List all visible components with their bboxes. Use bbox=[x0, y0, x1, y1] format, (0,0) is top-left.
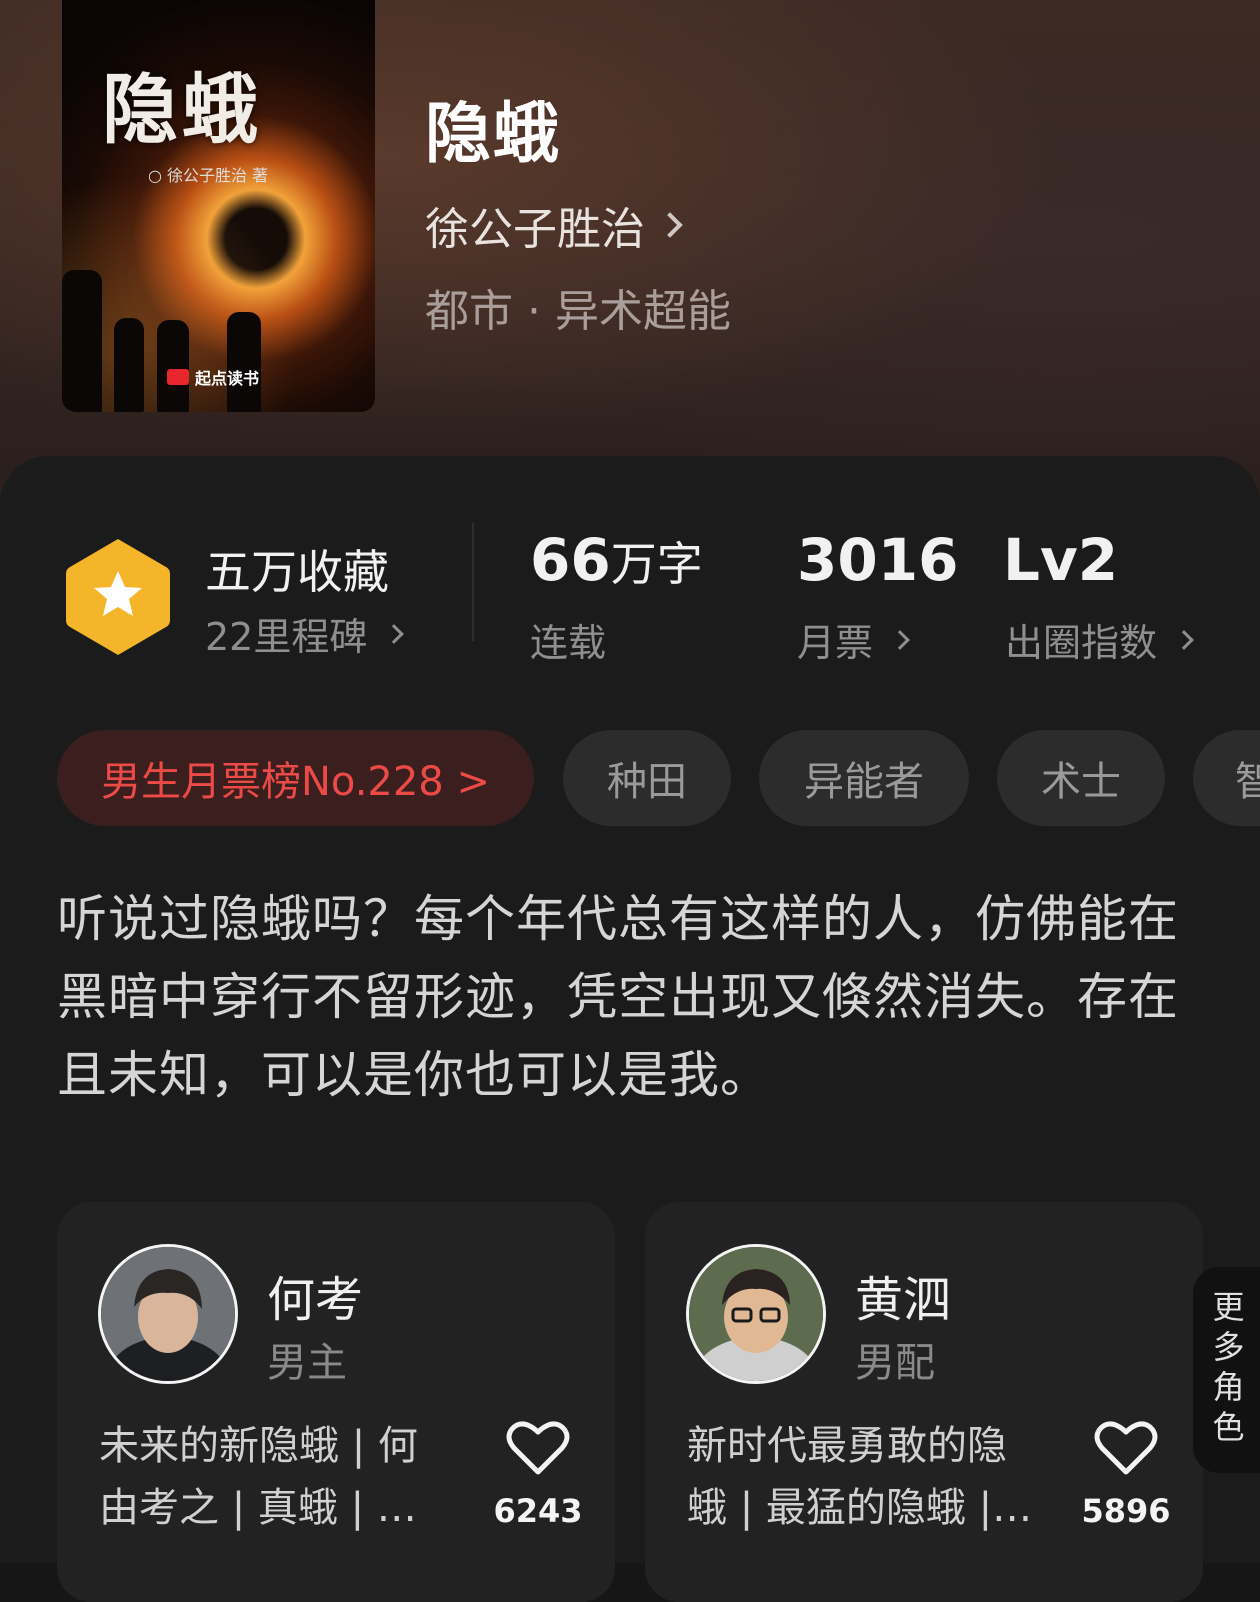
more-roles-button[interactable]: 更多角色 bbox=[1193, 1267, 1260, 1473]
book-genre: 都市 · 异术超能 bbox=[425, 286, 731, 337]
cover-title: 隐蛾 bbox=[102, 65, 262, 154]
book-description[interactable]: 听说过隐蛾吗？每个年代总有这样的人，仿佛能在黑暗中穿行不留形迹，凭空出现又倏然消… bbox=[57, 880, 1207, 1114]
chevron-right-icon bbox=[657, 212, 683, 238]
character-role: 男配 bbox=[855, 1340, 935, 1386]
influence-level: Lv2 bbox=[1003, 526, 1118, 594]
milestone-link[interactable]: 22里程碑 bbox=[205, 606, 405, 661]
cover-publisher: 起点读书 bbox=[167, 365, 259, 389]
tag-pill-label: 智 bbox=[1235, 759, 1260, 805]
character-name: 黄泗 bbox=[855, 1272, 952, 1328]
more-roles-label: 更多角色 bbox=[1207, 1290, 1246, 1450]
avatar bbox=[98, 1244, 238, 1384]
collection-badge-icon bbox=[66, 539, 170, 655]
word-count-unit: 万字 bbox=[610, 537, 703, 591]
monthly-votes-label: 月票 bbox=[797, 621, 874, 665]
chevron-right-icon bbox=[384, 623, 405, 644]
book-cover[interactable]: 隐蛾 ○ 徐公子胜治 著 起点读书 bbox=[62, 0, 375, 412]
chevron-right-icon bbox=[1174, 629, 1194, 650]
milestone-label: 22里程碑 bbox=[205, 615, 368, 659]
cover-author: ○ 徐公子胜治 著 bbox=[148, 166, 269, 185]
like-count: 6243 bbox=[493, 1492, 583, 1530]
influence-level-number: Lv2 bbox=[1003, 526, 1119, 594]
collection-count: 五万收藏 bbox=[205, 545, 389, 599]
character-description: 未来的新隐蛾 | 何由考之 | 真蛾 | … bbox=[99, 1423, 418, 1531]
author-link[interactable]: 徐公子胜治 bbox=[425, 193, 683, 257]
tag-pill[interactable]: 种田 bbox=[563, 730, 731, 826]
character-role: 男主 bbox=[267, 1340, 347, 1386]
monthly-votes-number: 3016 bbox=[797, 526, 959, 594]
like-count: 5896 bbox=[1081, 1492, 1171, 1530]
word-count: 66万字 bbox=[530, 526, 703, 594]
tag-pill[interactable]: 异能者 bbox=[759, 730, 969, 826]
influence-label: 出圈指数 bbox=[1005, 621, 1158, 665]
serial-status-label: 连载 bbox=[530, 621, 607, 665]
book-title: 隐蛾 bbox=[425, 95, 561, 172]
publisher-logo-icon bbox=[167, 369, 189, 385]
tag-pill[interactable]: 术士 bbox=[997, 730, 1165, 826]
monthly-votes-count: 3016 bbox=[797, 526, 958, 594]
cover-figure bbox=[114, 318, 144, 412]
chevron-right-icon bbox=[890, 629, 910, 650]
stats-divider bbox=[472, 523, 474, 641]
publisher-name: 起点读书 bbox=[195, 369, 260, 388]
influence-link[interactable]: 出圈指数 bbox=[1005, 612, 1194, 667]
heart-icon[interactable] bbox=[506, 1420, 570, 1476]
monthly-votes-link[interactable]: 月票 bbox=[797, 612, 910, 667]
avatar bbox=[686, 1244, 826, 1384]
cover-figure bbox=[227, 312, 261, 412]
cover-figure bbox=[62, 270, 102, 412]
rank-tag[interactable]: 男生月票榜No.228 > bbox=[57, 730, 534, 826]
serial-status: 连载 bbox=[530, 612, 606, 667]
character-description: 新时代最勇敢的隐蛾 | 最猛的隐蛾 |… bbox=[687, 1423, 1033, 1531]
character-name: 何考 bbox=[267, 1272, 364, 1328]
character-card[interactable]: 何考 男主 未来的新隐蛾 | 何由考之 | 真蛾 | … 6243 bbox=[57, 1202, 615, 1602]
character-card[interactable]: 黄泗 男配 新时代最勇敢的隐蛾 | 最猛的隐蛾 |… 5896 bbox=[645, 1202, 1203, 1602]
author-name: 徐公子胜治 bbox=[425, 204, 645, 255]
heart-icon[interactable] bbox=[1094, 1420, 1158, 1476]
word-count-number: 66 bbox=[530, 526, 611, 594]
